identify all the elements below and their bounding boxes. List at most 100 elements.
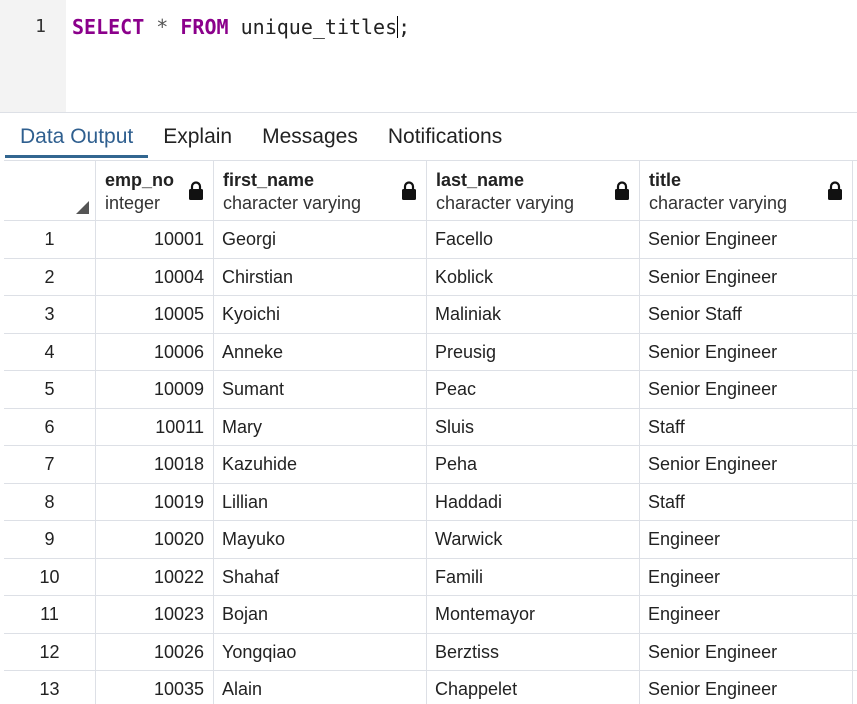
table-row[interactable]: 6 10011 Mary Sluis Staff — [4, 408, 857, 446]
cell-emp-no[interactable]: 10011 — [96, 408, 214, 445]
tab-messages[interactable]: Messages — [247, 113, 373, 160]
cell-title[interactable]: Senior Engineer — [640, 633, 853, 670]
cell-emp-no[interactable]: 10001 — [96, 221, 214, 258]
cell-emp-no[interactable]: 10005 — [96, 296, 214, 333]
column-name: first_name — [223, 170, 315, 190]
cell-last-name[interactable]: Montemayor — [427, 596, 640, 633]
cell-title[interactable]: Senior Engineer — [640, 371, 853, 408]
cell-last-name[interactable]: Sluis — [427, 408, 640, 445]
cell-emp-no[interactable]: 10020 — [96, 521, 214, 558]
table-row[interactable]: 3 10005 Kyoichi Maliniak Senior Staff — [4, 296, 857, 334]
sql-code-line[interactable]: SELECT * FROM unique_titles; — [72, 15, 410, 39]
grid-header: emp_no integer first_name character vary… — [4, 161, 857, 221]
cell-last-name[interactable]: Peha — [427, 446, 640, 483]
line-number: 1 — [35, 16, 46, 37]
cell-emp-no[interactable]: 10035 — [96, 671, 214, 704]
row-number[interactable]: 8 — [4, 483, 96, 520]
row-number[interactable]: 5 — [4, 371, 96, 408]
column-type: character varying — [649, 193, 788, 213]
cell-last-name[interactable]: Warwick — [427, 521, 640, 558]
table-row[interactable]: 12 10026 Yongqiao Berztiss Senior Engine… — [4, 633, 857, 671]
tab-notifications[interactable]: Notifications — [373, 113, 517, 160]
cell-last-name[interactable]: Berztiss — [427, 633, 640, 670]
table-row[interactable]: 8 10019 Lillian Haddadi Staff — [4, 483, 857, 521]
cell-title[interactable]: Staff — [640, 483, 853, 520]
table-row[interactable]: 13 10035 Alain Chappelet Senior Engineer — [4, 671, 857, 704]
cell-first-name[interactable]: Mayuko — [214, 521, 427, 558]
cell-emp-no[interactable]: 10004 — [96, 258, 214, 295]
cell-first-name[interactable]: Alain — [214, 671, 427, 704]
cell-last-name[interactable]: Preusig — [427, 333, 640, 370]
cell-emp-no[interactable]: 10026 — [96, 633, 214, 670]
tab-data-output[interactable]: Data Output — [5, 113, 149, 160]
table-row[interactable]: 11 10023 Bojan Montemayor Engineer — [4, 596, 857, 634]
cell-title[interactable]: Senior Engineer — [640, 333, 853, 370]
cell-first-name[interactable]: Shahaf — [214, 558, 427, 595]
row-number[interactable]: 7 — [4, 446, 96, 483]
query-editor[interactable]: 1 SELECT * FROM unique_titles; — [0, 0, 857, 113]
cell-last-name[interactable]: Famili — [427, 558, 640, 595]
cell-emp-no[interactable]: 10019 — [96, 483, 214, 520]
row-number[interactable]: 11 — [4, 596, 96, 633]
cell-title[interactable]: Senior Engineer — [640, 671, 853, 704]
row-number[interactable]: 1 — [4, 221, 96, 258]
data-output-grid[interactable]: emp_no integer first_name character vary… — [4, 160, 857, 704]
cell-first-name[interactable]: Chirstian — [214, 258, 427, 295]
cell-first-name[interactable]: Mary — [214, 408, 427, 445]
cell-last-name[interactable]: Chappelet — [427, 671, 640, 704]
cell-title[interactable]: Senior Engineer — [640, 221, 853, 258]
sql-star: * — [156, 15, 169, 39]
cell-first-name[interactable]: Georgi — [214, 221, 427, 258]
table-row[interactable]: 2 10004 Chirstian Koblick Senior Enginee… — [4, 258, 857, 296]
table-row[interactable]: 5 10009 Sumant Peac Senior Engineer — [4, 371, 857, 409]
cell-title[interactable]: Senior Engineer — [640, 258, 853, 295]
cell-emp-no[interactable]: 10023 — [96, 596, 214, 633]
cell-first-name[interactable]: Lillian — [214, 483, 427, 520]
editor-gutter: 1 — [0, 0, 66, 112]
column-header-title[interactable]: title character varying — [640, 161, 853, 220]
cell-first-name[interactable]: Sumant — [214, 371, 427, 408]
cell-last-name[interactable]: Maliniak — [427, 296, 640, 333]
table-row[interactable]: 1 10001 Georgi Facello Senior Engineer — [4, 221, 857, 259]
cell-last-name[interactable]: Facello — [427, 221, 640, 258]
cell-first-name[interactable]: Kazuhide — [214, 446, 427, 483]
column-header-last-name[interactable]: last_name character varying — [427, 161, 640, 220]
cell-title[interactable]: Staff — [640, 408, 853, 445]
table-row[interactable]: 9 10020 Mayuko Warwick Engineer — [4, 521, 857, 559]
cell-first-name[interactable]: Anneke — [214, 333, 427, 370]
row-number[interactable]: 12 — [4, 633, 96, 670]
lock-icon — [189, 181, 203, 200]
cell-emp-no[interactable]: 10006 — [96, 333, 214, 370]
column-name: last_name — [436, 170, 525, 190]
row-number[interactable]: 2 — [4, 258, 96, 295]
cell-title[interactable]: Engineer — [640, 558, 853, 595]
row-number[interactable]: 3 — [4, 296, 96, 333]
table-row[interactable]: 10 10022 Shahaf Famili Engineer — [4, 558, 857, 596]
cell-last-name[interactable]: Peac — [427, 371, 640, 408]
row-number[interactable]: 9 — [4, 521, 96, 558]
column-header-emp-no[interactable]: emp_no integer — [96, 161, 214, 220]
row-number[interactable]: 4 — [4, 333, 96, 370]
row-number[interactable]: 6 — [4, 408, 96, 445]
cell-emp-no[interactable]: 10018 — [96, 446, 214, 483]
cell-title[interactable]: Senior Staff — [640, 296, 853, 333]
cell-first-name[interactable]: Kyoichi — [214, 296, 427, 333]
table-row[interactable]: 4 10006 Anneke Preusig Senior Engineer — [4, 333, 857, 371]
row-number[interactable]: 13 — [4, 671, 96, 704]
sql-keyword-from: FROM — [180, 15, 229, 39]
cell-title[interactable]: Engineer — [640, 521, 853, 558]
table-row[interactable]: 7 10018 Kazuhide Peha Senior Engineer — [4, 446, 857, 484]
cell-title[interactable]: Senior Engineer — [640, 446, 853, 483]
cell-emp-no[interactable]: 10022 — [96, 558, 214, 595]
cell-last-name[interactable]: Koblick — [427, 258, 640, 295]
tab-explain[interactable]: Explain — [148, 113, 247, 160]
column-header-first-name[interactable]: first_name character varying — [214, 161, 427, 220]
sql-keyword-select: SELECT — [72, 15, 145, 39]
cell-first-name[interactable]: Bojan — [214, 596, 427, 633]
cell-first-name[interactable]: Yongqiao — [214, 633, 427, 670]
select-all-corner[interactable] — [4, 161, 96, 220]
cell-title[interactable]: Engineer — [640, 596, 853, 633]
row-number[interactable]: 10 — [4, 558, 96, 595]
cell-last-name[interactable]: Haddadi — [427, 483, 640, 520]
cell-emp-no[interactable]: 10009 — [96, 371, 214, 408]
